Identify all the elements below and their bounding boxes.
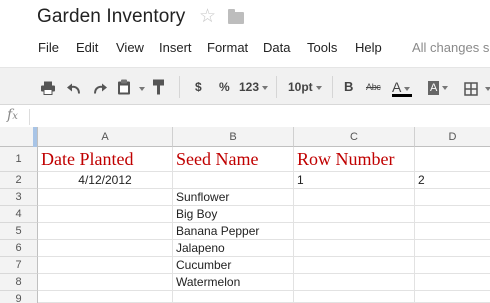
chevron-down-icon <box>262 85 269 90</box>
toolbar-separator <box>276 76 277 98</box>
row-header-8[interactable]: 8 <box>0 274 38 291</box>
menu-file[interactable]: File <box>38 40 59 55</box>
text-color-label: A <box>392 79 402 95</box>
cell-a7[interactable] <box>38 257 173 274</box>
menu-format[interactable]: Format <box>207 40 248 55</box>
row-header-4[interactable]: 4 <box>0 206 38 223</box>
font-size-dropdown[interactable]: 10pt <box>288 78 322 96</box>
cell-a8[interactable] <box>38 274 173 291</box>
column-header-d[interactable]: D <box>415 127 490 147</box>
undo-icon[interactable] <box>66 80 82 98</box>
borders-icon[interactable] <box>464 80 478 98</box>
currency-button[interactable]: $ <box>195 78 202 96</box>
cell-b3[interactable]: Sunflower <box>173 189 294 206</box>
menu-tools[interactable]: Tools <box>307 40 337 55</box>
row-header-3[interactable]: 3 <box>0 189 38 206</box>
cell-d2[interactable]: 2 <box>415 172 490 189</box>
cell-b8[interactable]: Watermelon <box>173 274 294 291</box>
menu-help[interactable]: Help <box>355 40 382 55</box>
cell-b5[interactable]: Banana Pepper <box>173 223 294 240</box>
row-header-1[interactable]: 1 <box>0 147 38 172</box>
cell-a6[interactable] <box>38 240 173 257</box>
star-icon[interactable]: ☆ <box>199 5 216 28</box>
cell-d5[interactable] <box>415 223 490 240</box>
fill-color-button[interactable]: A <box>428 78 456 96</box>
number-format-button[interactable]: 123 <box>239 78 269 96</box>
select-all-corner[interactable] <box>0 127 38 147</box>
formula-input[interactable] <box>36 109 486 125</box>
cell-c3[interactable] <box>294 189 415 206</box>
column-header-a[interactable]: A <box>38 127 173 147</box>
print-icon[interactable] <box>40 79 56 97</box>
column-header-c[interactable]: C <box>294 127 415 147</box>
bold-button[interactable]: B <box>344 78 353 96</box>
cell-c7[interactable] <box>294 257 415 274</box>
text-color-swatch <box>392 94 412 97</box>
fx-icon: fx <box>7 107 18 123</box>
spreadsheet-grid: A B C D 1 2 3 4 5 6 7 8 9 Date Planted S… <box>0 127 490 303</box>
menu-insert[interactable]: Insert <box>159 40 192 55</box>
cell-d8[interactable] <box>415 274 490 291</box>
formula-separator <box>29 109 30 125</box>
chevron-down-icon <box>442 85 449 90</box>
cell-a1[interactable]: Date Planted <box>38 147 173 172</box>
row-header-6[interactable]: 6 <box>0 240 38 257</box>
cell-a5[interactable] <box>38 223 173 240</box>
row-header-5[interactable]: 5 <box>0 223 38 240</box>
toolbar: $ % 123 10pt B Abc A A <box>0 67 490 105</box>
chevron-down-icon <box>315 85 322 90</box>
cell-d9[interactable] <box>415 291 490 303</box>
folder-icon[interactable] <box>228 9 244 24</box>
cell-b9[interactable] <box>173 291 294 303</box>
cell-c6[interactable] <box>294 240 415 257</box>
clipboard-dropdown-icon[interactable] <box>139 87 145 91</box>
row-header-7[interactable]: 7 <box>0 257 38 274</box>
chevron-down-icon <box>404 86 411 91</box>
toolbar-separator <box>332 76 333 98</box>
menu-view[interactable]: View <box>116 40 144 55</box>
cell-d4[interactable] <box>415 206 490 223</box>
cell-c5[interactable] <box>294 223 415 240</box>
cell-c2[interactable]: 1 <box>294 172 415 189</box>
cell-c8[interactable] <box>294 274 415 291</box>
cell-d6[interactable] <box>415 240 490 257</box>
cell-c1[interactable]: Row Number <box>294 147 415 172</box>
cell-a4[interactable] <box>38 206 173 223</box>
cell-d3[interactable] <box>415 189 490 206</box>
cell-b1[interactable]: Seed Name <box>173 147 294 172</box>
menu-bar: File Edit View Insert Format Data Tools … <box>0 36 490 60</box>
column-header-b[interactable]: B <box>173 127 294 147</box>
clipboard-icon[interactable] <box>117 78 131 96</box>
formula-bar: fx <box>0 106 490 128</box>
cell-d1[interactable] <box>415 147 490 172</box>
strikethrough-button[interactable]: Abc <box>366 78 381 96</box>
font-size-label: 10pt <box>288 80 313 94</box>
cell-b2[interactable] <box>173 172 294 189</box>
cell-d7[interactable] <box>415 257 490 274</box>
percent-button[interactable]: % <box>219 78 230 96</box>
row-header-2[interactable]: 2 <box>0 172 38 189</box>
cell-c9[interactable] <box>294 291 415 303</box>
cell-a2[interactable]: 4/12/2012 <box>38 172 173 189</box>
menu-data[interactable]: Data <box>263 40 290 55</box>
text-color-button[interactable]: A <box>392 78 420 97</box>
borders-dropdown-icon[interactable] <box>485 87 490 91</box>
title-bar: Garden Inventory ☆ <box>0 0 490 36</box>
number-format-label: 123 <box>239 80 260 94</box>
cell-a9[interactable] <box>38 291 173 303</box>
cell-a3[interactable] <box>38 189 173 206</box>
fill-color-label: A <box>428 81 440 95</box>
row-header-9[interactable]: 9 <box>0 291 38 303</box>
document-title[interactable]: Garden Inventory <box>37 6 185 28</box>
cell-b7[interactable]: Cucumber <box>173 257 294 274</box>
paint-format-icon[interactable] <box>152 78 165 96</box>
redo-icon[interactable] <box>92 80 108 98</box>
cell-b6[interactable]: Jalapeno <box>173 240 294 257</box>
toolbar-separator <box>179 76 180 98</box>
menu-edit[interactable]: Edit <box>76 40 98 55</box>
cell-c4[interactable] <box>294 206 415 223</box>
save-status: All changes s <box>412 40 490 55</box>
cell-b4[interactable]: Big Boy <box>173 206 294 223</box>
